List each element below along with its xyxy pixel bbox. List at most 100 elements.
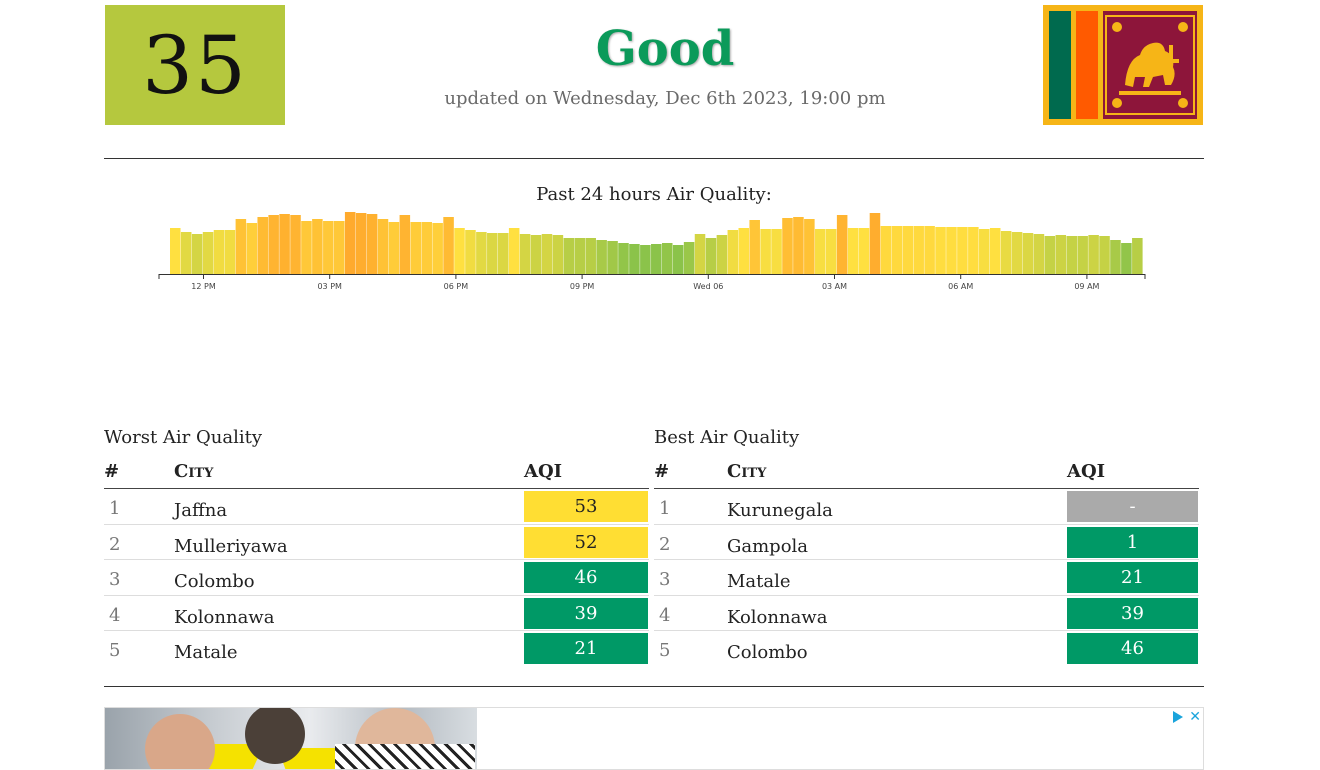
table-row[interactable]: 1 Kurunegala - [654, 489, 1199, 525]
chart-bar[interactable] [771, 229, 782, 274]
chart-bar[interactable] [1077, 236, 1088, 274]
chart-bar[interactable] [935, 227, 946, 274]
chart-bar[interactable] [968, 227, 979, 274]
chart-bar[interactable] [268, 215, 279, 274]
city-link[interactable]: Matale [174, 642, 238, 663]
table-row[interactable]: 2 Mulleriyawa 52 [104, 525, 649, 560]
city-link[interactable]: Mulleriyawa [174, 536, 288, 557]
chart-bar[interactable] [651, 244, 662, 274]
chart-bar[interactable] [782, 218, 793, 274]
chart-bar[interactable] [224, 230, 236, 274]
chart-bar[interactable] [1055, 235, 1067, 274]
chart-bar[interactable] [180, 232, 192, 274]
chart-bar[interactable] [1000, 231, 1012, 274]
chart-bar[interactable] [333, 221, 345, 274]
chart-bar[interactable] [443, 217, 454, 274]
chart-bar[interactable] [672, 245, 684, 274]
chart-bar[interactable] [869, 213, 881, 274]
chart-bar[interactable] [1110, 240, 1121, 274]
table-row[interactable]: 5 Colombo 46 [654, 631, 1199, 667]
chart-bar[interactable] [825, 229, 837, 274]
chart-bar[interactable] [1033, 234, 1045, 274]
chart-bar[interactable] [279, 214, 290, 274]
chart-bar[interactable] [607, 241, 618, 274]
chart-bar[interactable] [738, 228, 750, 274]
table-row[interactable]: 2 Gampola 1 [654, 525, 1199, 560]
chart-bar[interactable] [804, 219, 815, 274]
chart-bar[interactable] [323, 221, 334, 274]
city-link[interactable]: Kolonnawa [727, 607, 827, 628]
chart-bar[interactable] [213, 230, 225, 274]
chart-bar[interactable] [170, 228, 181, 274]
table-row[interactable]: 4 Kolonnawa 39 [104, 596, 649, 631]
chart-bar[interactable] [290, 215, 301, 274]
chart-bar[interactable] [913, 226, 924, 274]
chart-bar[interactable] [410, 222, 422, 274]
chart-bar[interactable] [1099, 236, 1110, 274]
city-link[interactable]: Gampola [727, 536, 808, 557]
chart-bar[interactable] [705, 238, 717, 274]
chart-bar[interactable] [574, 238, 586, 274]
chart-bar[interactable] [749, 220, 760, 274]
advertisement-banner[interactable]: ✕ [104, 707, 1204, 770]
city-link[interactable]: Kolonnawa [174, 607, 274, 628]
chart-bar[interactable] [727, 230, 739, 274]
chart-bar[interactable] [661, 243, 673, 274]
chart-bar[interactable] [891, 226, 903, 274]
table-row[interactable]: 3 Matale 21 [654, 560, 1199, 596]
chart-bar[interactable] [432, 223, 443, 274]
chart-bar[interactable] [476, 232, 487, 274]
chart-bar[interactable] [465, 230, 476, 274]
city-link[interactable]: Jaffna [174, 500, 227, 521]
chart-bar[interactable] [793, 217, 804, 274]
city-link[interactable]: Colombo [174, 571, 255, 592]
adchoices-icon[interactable] [1173, 711, 1184, 723]
chart-bar[interactable] [519, 234, 531, 274]
chart-bar[interactable] [957, 227, 968, 274]
chart-bar[interactable] [312, 219, 323, 274]
chart-bar[interactable] [388, 222, 400, 274]
chart-bar[interactable] [1121, 243, 1132, 274]
table-row[interactable]: 5 Matale 21 [104, 631, 649, 667]
chart-bar[interactable] [629, 244, 640, 274]
chart-bar[interactable] [541, 234, 553, 274]
chart-bar[interactable] [847, 228, 859, 274]
chart-bar[interactable] [191, 234, 203, 274]
chart-bar[interactable] [836, 215, 848, 274]
close-icon[interactable]: ✕ [1189, 710, 1201, 724]
chart-bar[interactable] [366, 214, 378, 274]
chart-bar[interactable] [1088, 235, 1099, 274]
chart-bar[interactable] [202, 232, 214, 274]
chart-bar[interactable] [487, 233, 498, 274]
city-link[interactable]: Colombo [727, 642, 808, 663]
chart-bar[interactable] [235, 219, 247, 274]
advertisement-image[interactable] [105, 708, 477, 769]
chart-bar[interactable] [683, 242, 695, 274]
chart-bar[interactable] [946, 227, 957, 274]
city-link[interactable]: Kurunegala [727, 500, 833, 521]
chart-bar[interactable] [640, 245, 651, 274]
chart-bar[interactable] [596, 240, 607, 274]
chart-bar[interactable] [716, 235, 728, 274]
chart-bar[interactable] [257, 217, 268, 274]
table-row[interactable]: 1 Jaffna 53 [104, 489, 649, 525]
city-link[interactable]: Matale [727, 571, 791, 592]
chart-bar[interactable] [585, 238, 596, 274]
chart-bar[interactable] [902, 226, 914, 274]
chart-bar[interactable] [399, 215, 411, 274]
chart-bar[interactable] [924, 226, 935, 274]
chart-bar[interactable] [530, 235, 542, 274]
chart-bar[interactable] [694, 234, 706, 274]
chart-bar[interactable] [301, 221, 312, 274]
chart-bar[interactable] [880, 226, 892, 274]
chart-bar[interactable] [760, 229, 771, 274]
chart-bar[interactable] [1044, 236, 1056, 274]
chart-bar[interactable] [989, 228, 1001, 274]
chart-bar[interactable] [858, 228, 870, 274]
chart-bar[interactable] [454, 228, 465, 274]
table-row[interactable]: 4 Kolonnawa 39 [654, 596, 1199, 631]
chart-bar[interactable] [497, 233, 509, 274]
chart-bar[interactable] [246, 223, 258, 274]
chart-bar[interactable] [979, 229, 990, 274]
chart-bar[interactable] [377, 219, 389, 274]
